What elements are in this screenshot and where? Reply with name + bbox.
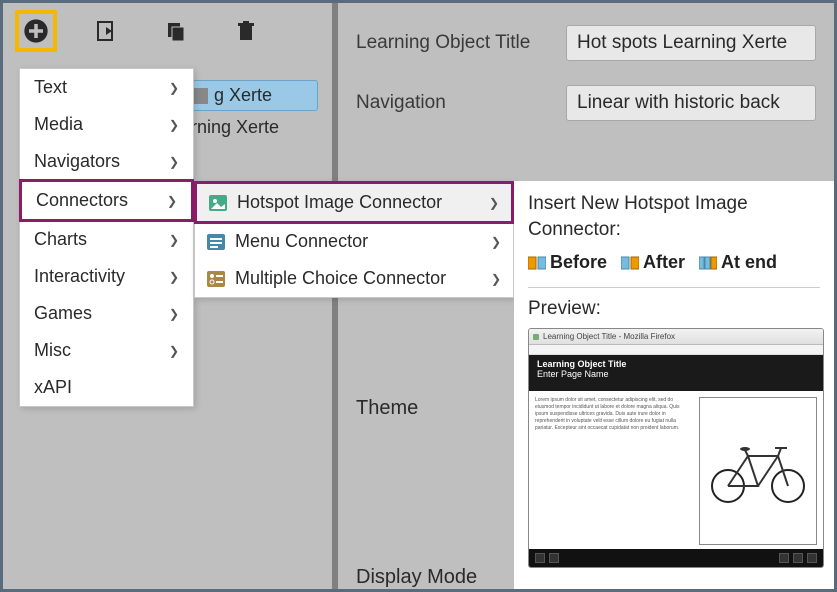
insert-before-button[interactable]: Before xyxy=(528,252,607,273)
copy-button[interactable] xyxy=(155,10,197,52)
import-button[interactable] xyxy=(85,10,127,52)
plus-circle-icon xyxy=(22,17,50,45)
tree-item-root[interactable]: g Xerte xyxy=(183,80,318,111)
nav-label: Navigation xyxy=(356,92,566,114)
submenu-item-multiple-choice[interactable]: Multiple Choice Connector ❯ xyxy=(195,260,513,297)
chevron-right-icon: ❯ xyxy=(169,155,179,169)
chevron-right-icon: ❯ xyxy=(169,118,179,132)
theme-label: Theme xyxy=(356,397,418,420)
display-mode-label: Display Mode xyxy=(356,566,477,589)
trash-icon xyxy=(234,19,258,43)
page-icon xyxy=(192,88,208,104)
insert-popup: Insert New Hotspot Image Connector: Befo… xyxy=(514,181,834,589)
menu-item-games[interactable]: Games❯ xyxy=(20,295,193,332)
preview-thumbnail: Learning Object Title - Mozilla Firefox … xyxy=(528,328,824,568)
menu-item-text[interactable]: Text❯ xyxy=(20,69,193,106)
title-input[interactable]: Hot spots Learning Xerte xyxy=(566,25,816,61)
add-menu: Text❯ Media❯ Navigators❯ Connectors❯ Cha… xyxy=(19,68,194,407)
toolbar xyxy=(3,3,332,58)
menu-item-interactivity[interactable]: Interactivity❯ xyxy=(20,258,193,295)
image-icon xyxy=(209,195,227,211)
insert-before-icon xyxy=(528,255,546,271)
chevron-right-icon: ❯ xyxy=(169,81,179,95)
title-label: Learning Object Title xyxy=(356,32,566,54)
bicycle-image xyxy=(699,397,817,545)
chevron-right-icon: ❯ xyxy=(491,235,501,249)
copy-icon xyxy=(164,19,188,43)
tree-item-label: rning Xerte xyxy=(191,117,279,138)
chevron-right-icon: ❯ xyxy=(169,233,179,247)
insert-at-end-button[interactable]: At end xyxy=(699,252,777,273)
divider xyxy=(528,287,820,288)
menu-item-connectors[interactable]: Connectors❯ xyxy=(19,179,194,222)
chevron-right-icon: ❯ xyxy=(169,270,179,284)
chevron-right-icon: ❯ xyxy=(169,307,179,321)
insert-after-button[interactable]: After xyxy=(621,252,685,273)
chevron-right-icon: ❯ xyxy=(489,196,499,210)
import-icon xyxy=(94,19,118,43)
menu-item-navigators[interactable]: Navigators❯ xyxy=(20,143,193,180)
insert-after-icon xyxy=(621,255,639,271)
choice-icon xyxy=(207,271,225,287)
menu-item-media[interactable]: Media❯ xyxy=(20,106,193,143)
tree-item-child[interactable]: rning Xerte xyxy=(183,113,318,142)
delete-button[interactable] xyxy=(225,10,267,52)
chevron-right-icon: ❯ xyxy=(167,194,177,208)
tree-item-label: g Xerte xyxy=(214,85,272,106)
chevron-right-icon: ❯ xyxy=(491,272,501,286)
properties-panel: Learning Object Title Hot spots Learning… xyxy=(338,3,834,167)
menu-icon xyxy=(207,234,225,250)
chevron-right-icon: ❯ xyxy=(169,344,179,358)
submenu-item-hotspot-image[interactable]: Hotspot Image Connector ❯ xyxy=(194,181,514,224)
insert-end-icon xyxy=(699,255,717,271)
connectors-submenu: Hotspot Image Connector ❯ Menu Connector… xyxy=(194,181,514,298)
menu-item-misc[interactable]: Misc❯ xyxy=(20,332,193,369)
submenu-item-menu-connector[interactable]: Menu Connector ❯ xyxy=(195,223,513,260)
menu-item-xapi[interactable]: xAPI xyxy=(20,369,193,406)
nav-select[interactable]: Linear with historic back xyxy=(566,85,816,121)
preview-label: Preview: xyxy=(528,298,820,320)
menu-item-charts[interactable]: Charts❯ xyxy=(20,221,193,258)
insert-title: Insert New Hotspot Image Connector: xyxy=(528,191,820,242)
add-button[interactable] xyxy=(15,10,57,52)
